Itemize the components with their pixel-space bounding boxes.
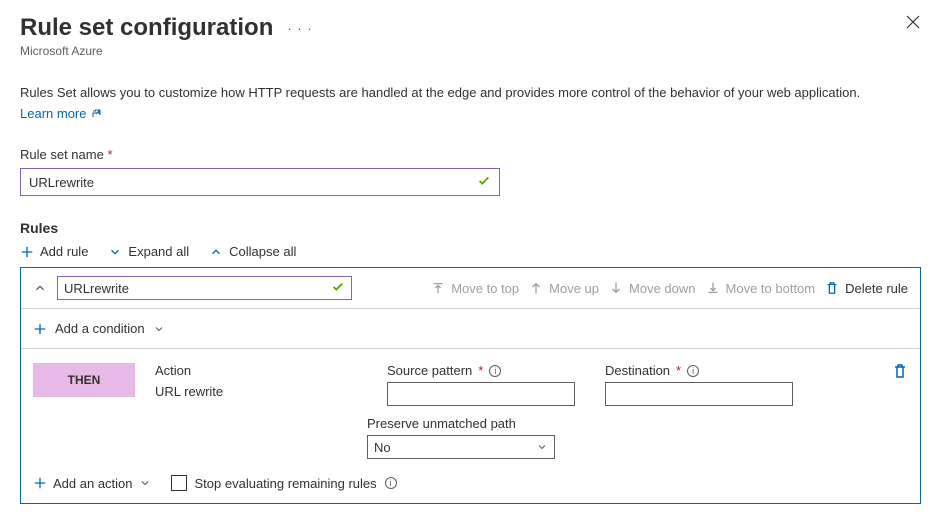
arrow-bottom-icon	[706, 281, 720, 295]
close-icon	[905, 14, 921, 30]
chevron-up-icon	[209, 245, 223, 259]
trash-icon	[825, 281, 839, 295]
delete-rule-button[interactable]: Delete rule	[825, 281, 908, 296]
destination-input[interactable]	[605, 382, 793, 406]
add-rule-button[interactable]: Add rule	[20, 244, 88, 259]
check-icon	[477, 174, 491, 191]
plus-icon	[33, 476, 47, 490]
move-up-button[interactable]: Move up	[529, 281, 599, 296]
learn-more-label: Learn more	[20, 106, 86, 121]
action-label: Action	[155, 363, 295, 378]
info-icon[interactable]: i	[385, 477, 397, 489]
learn-more-link[interactable]: Learn more	[20, 106, 102, 121]
source-pattern-input[interactable]	[387, 382, 575, 406]
plus-icon	[20, 245, 34, 259]
move-to-bottom-button[interactable]: Move to bottom	[706, 281, 816, 296]
page-subtitle: Microsoft Azure	[20, 44, 313, 58]
source-pattern-label: Source pattern	[387, 363, 472, 378]
chevron-down-icon	[108, 245, 122, 259]
add-action-button[interactable]: Add an action	[33, 476, 151, 491]
preserve-value: No	[374, 440, 391, 455]
delete-action-button[interactable]	[892, 363, 908, 382]
destination-label: Destination	[605, 363, 670, 378]
rule-card: URLrewrite Move to top Move up Move down…	[20, 267, 921, 504]
stop-evaluating-checkbox[interactable]	[171, 475, 187, 491]
add-condition-row[interactable]: Add a condition	[21, 309, 920, 349]
chevron-down-icon	[153, 323, 165, 335]
check-icon	[331, 280, 345, 297]
then-badge: THEN	[33, 363, 135, 397]
collapse-rule-icon[interactable]	[33, 281, 47, 295]
close-button[interactable]	[905, 14, 921, 34]
add-condition-label: Add a condition	[55, 321, 145, 336]
rule-header: URLrewrite Move to top Move up Move down…	[21, 268, 920, 309]
ruleset-name-value: URLrewrite	[29, 175, 94, 190]
expand-all-button[interactable]: Expand all	[108, 244, 189, 259]
collapse-all-button[interactable]: Collapse all	[209, 244, 296, 259]
arrow-up-icon	[529, 281, 543, 295]
preserve-select[interactable]: No	[367, 435, 555, 459]
info-icon[interactable]: i	[687, 365, 699, 377]
rule-name-value: URLrewrite	[64, 281, 129, 296]
plus-icon	[33, 322, 47, 336]
arrow-down-icon	[609, 281, 623, 295]
ruleset-name-input[interactable]: URLrewrite	[20, 168, 500, 196]
chevron-down-icon	[536, 441, 548, 453]
page-title: Rule set configuration	[20, 14, 273, 42]
action-value: URL rewrite	[155, 384, 295, 399]
more-icon[interactable]: · · ·	[287, 21, 312, 36]
move-down-button[interactable]: Move down	[609, 281, 695, 296]
preserve-label: Preserve unmatched path	[367, 416, 908, 431]
trash-icon	[892, 363, 908, 379]
external-link-icon	[90, 108, 102, 120]
move-to-top-button[interactable]: Move to top	[431, 281, 519, 296]
rules-heading: Rules	[20, 220, 921, 236]
ruleset-name-label: Rule set name *	[20, 147, 921, 162]
chevron-down-icon	[139, 477, 151, 489]
info-icon[interactable]: i	[489, 365, 501, 377]
arrow-top-icon	[431, 281, 445, 295]
description-text: Rules Set allows you to customize how HT…	[20, 84, 921, 102]
stop-evaluating-label: Stop evaluating remaining rules	[195, 476, 377, 491]
rule-name-input[interactable]: URLrewrite	[57, 276, 352, 300]
